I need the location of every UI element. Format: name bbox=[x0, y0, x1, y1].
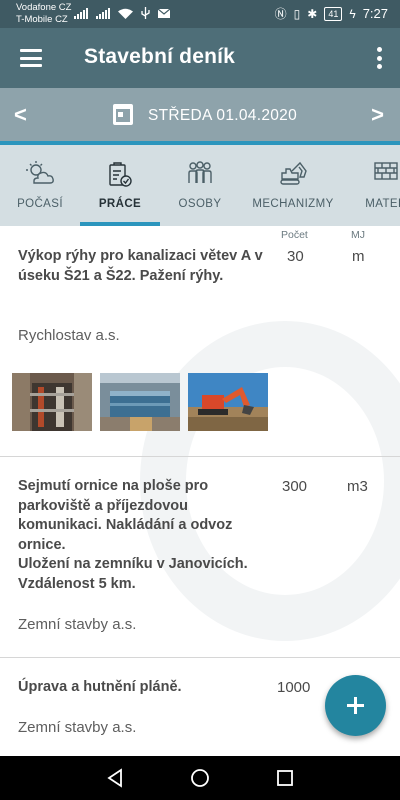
work-description: Sejmutí ornice na ploše pro parkoviště a… bbox=[18, 478, 248, 592]
work-description: Výkop rýhy pro kanalizaci větev A v úsek… bbox=[18, 248, 263, 284]
tab-label: MATER bbox=[365, 198, 400, 210]
tab-label: PRÁCE bbox=[98, 198, 142, 210]
carrier-2: T-Mobile CZ bbox=[16, 14, 68, 25]
company-name: Zemní stavby a.s. bbox=[18, 616, 137, 633]
app-title: Stavební deník bbox=[84, 45, 236, 68]
plus-icon-vertical bbox=[354, 697, 357, 714]
company-name: Rychlostav a.s. bbox=[18, 327, 120, 344]
nfc-icon: Ⓝ bbox=[274, 6, 287, 21]
back-icon[interactable] bbox=[106, 768, 124, 788]
battery-icon: 41 bbox=[324, 6, 343, 21]
vibrate-icon: ▯ bbox=[293, 6, 301, 21]
status-icons-left bbox=[74, 7, 170, 19]
tab-label: POČASÍ bbox=[17, 198, 63, 210]
carrier-1: Vodafone CZ bbox=[16, 2, 72, 13]
hamburger-menu-icon[interactable] bbox=[20, 49, 42, 67]
signal-icon bbox=[74, 7, 88, 19]
work-count: 30 bbox=[287, 248, 304, 265]
charging-icon: ϟ bbox=[349, 6, 356, 21]
home-icon[interactable] bbox=[190, 768, 210, 788]
trench-photo-thumbnail[interactable] bbox=[100, 373, 180, 431]
work-description: Úprava a hutnění pláně. bbox=[18, 679, 182, 695]
bricks-icon bbox=[374, 162, 398, 180]
status-icons-right: Ⓝ ▯ ✱ 41 ϟ 7:27 bbox=[275, 6, 388, 21]
tab-label: MECHANIZMY bbox=[252, 198, 334, 210]
work-count: 1000 bbox=[277, 679, 311, 696]
system-navigation-bar bbox=[0, 756, 400, 800]
list-item[interactable]: Sejmutí ornice na ploše pro parkoviště a… bbox=[0, 457, 400, 657]
work-unit: m3 bbox=[347, 478, 368, 495]
list-item[interactable]: Výkop rýhy pro kanalizaci větev A v úsek… bbox=[0, 226, 400, 456]
more-options-icon[interactable] bbox=[376, 47, 382, 69]
next-day-button[interactable]: > bbox=[371, 103, 384, 127]
calendar-icon[interactable] bbox=[113, 104, 133, 125]
recents-icon[interactable] bbox=[276, 768, 294, 788]
add-entry-button[interactable] bbox=[325, 675, 386, 736]
previous-day-button[interactable]: < bbox=[14, 103, 27, 127]
tab-prace[interactable]: PRÁCE bbox=[80, 145, 160, 226]
excavator-icon bbox=[280, 161, 307, 185]
mail-icon bbox=[158, 8, 170, 18]
app-bar: Stavební deník bbox=[0, 28, 400, 88]
usb-icon bbox=[141, 7, 150, 19]
date-selector: < STŘEDA 01.04.2020 > bbox=[0, 88, 400, 145]
clipboard-icon bbox=[109, 162, 132, 187]
wifi-icon bbox=[118, 8, 133, 19]
weather-icon bbox=[26, 161, 54, 184]
tab-label: OSOBY bbox=[178, 198, 222, 210]
tab-pocasi[interactable]: POČASÍ bbox=[0, 145, 80, 226]
people-icon bbox=[188, 161, 212, 183]
status-time: 7:27 bbox=[362, 6, 388, 21]
work-unit: m bbox=[352, 248, 365, 265]
tab-materialy[interactable]: MATER bbox=[346, 145, 400, 226]
work-entries-list: Počet MJ Výkop rýhy pro kanalizaci větev… bbox=[0, 226, 400, 756]
bluetooth-icon: ✱ bbox=[307, 6, 318, 21]
current-date[interactable]: STŘEDA 01.04.2020 bbox=[148, 107, 297, 125]
tab-mechanizmy[interactable]: MECHANIZMY bbox=[240, 145, 346, 226]
trench-photo-thumbnail[interactable] bbox=[12, 373, 92, 431]
excavator-photo-thumbnail[interactable] bbox=[188, 373, 268, 431]
carrier-names: Vodafone CZ T-Mobile CZ bbox=[16, 2, 71, 26]
status-bar: Vodafone CZ T-Mobile CZ Ⓝ ▯ ✱ 41 ϟ 7:27 bbox=[0, 0, 400, 28]
work-count: 300 bbox=[282, 478, 308, 495]
signal-icon bbox=[96, 7, 110, 19]
section-tabs: POČASÍ PRÁCE OSOBY MECHANIZMY MATE bbox=[0, 145, 400, 226]
company-name: Zemní stavby a.s. bbox=[18, 719, 137, 736]
tab-osoby[interactable]: OSOBY bbox=[160, 145, 240, 226]
